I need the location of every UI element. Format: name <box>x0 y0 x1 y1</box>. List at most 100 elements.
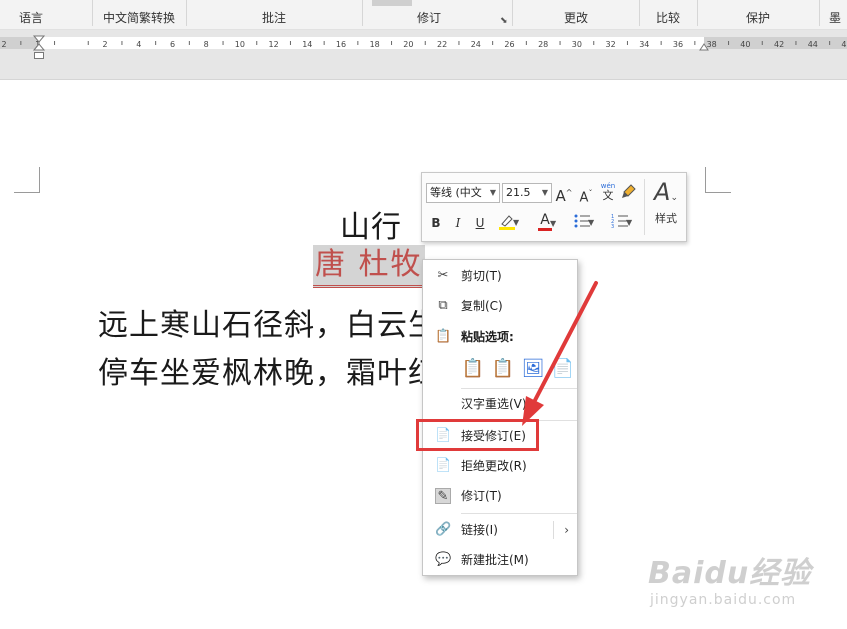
ruler-label: 26 <box>504 40 514 49</box>
track-changes-icon: ✎ <box>435 488 451 504</box>
underline-button[interactable]: U <box>472 213 488 233</box>
ribbon-divider <box>92 0 93 26</box>
ribbon-group-comments[interactable]: 批注 <box>188 0 360 30</box>
ruler-label: 38 <box>707 40 717 49</box>
ribbon-group-compare[interactable]: 比较 <box>641 0 695 30</box>
shrink-font-button[interactable]: Aˇ <box>577 184 595 208</box>
ribbon-divider <box>186 0 187 26</box>
ruler-label: 44 <box>808 40 818 49</box>
menu-item-label: 链接(I) <box>461 523 498 537</box>
wen-icon: 文 <box>602 189 614 202</box>
numbering-button[interactable]: 123 ▼ <box>604 213 636 236</box>
ribbon-group-protect[interactable]: 保护 <box>699 0 817 30</box>
ribbon-group-language[interactable]: 语言 <box>0 0 62 30</box>
menu-item-label: 修订(T) <box>461 489 502 503</box>
ruler-label: 34 <box>639 40 649 49</box>
ruler-label: 2 <box>1 40 6 49</box>
reject-change-icon: 📄 <box>435 458 452 473</box>
ribbon-group-chinese-conversion[interactable]: 中文简繁转换 <box>94 0 184 30</box>
menu-item-hanzi-reselect[interactable]: 汉字重选(V) <box>423 391 577 417</box>
ribbon-group-bar: 语言 中文简繁转换 批注 修订 ⬊ 更改 比较 保护 墨 <box>0 0 847 30</box>
highlight-color-button[interactable]: ▼ <box>492 213 522 238</box>
menu-item-cut[interactable]: ✂ 剪切(T) <box>423 263 577 289</box>
format-painter-icon <box>622 184 636 198</box>
ruler-label: 16 <box>336 40 346 49</box>
ruler-label: 4 <box>136 40 141 49</box>
dialog-launcher-icon[interactable]: ⬊ <box>500 16 508 26</box>
menu-item-label: 粘贴选项: <box>461 330 514 344</box>
menu-item-paste-options: 📋 粘贴选项: <box>423 324 577 350</box>
ribbon-divider <box>639 0 640 26</box>
link-icon: 🔗 <box>435 522 452 537</box>
ruler-label: 24 <box>471 40 481 49</box>
font-name-select[interactable]: 等线 (中文 ▼ <box>426 183 500 203</box>
chevron-down-icon: ▼ <box>489 188 496 197</box>
phonetic-guide-button[interactable]: wén 文 <box>598 181 618 201</box>
grow-font-button[interactable]: A^ <box>555 183 573 206</box>
hanging-indent-marker[interactable] <box>34 52 44 59</box>
paste-text-only-icon[interactable]: 📄 <box>551 356 575 382</box>
chevron-down-icon: ▼ <box>550 219 557 228</box>
ruler-label: 46 <box>841 40 847 49</box>
clipboard-icon: 📋 <box>435 329 452 344</box>
ruler-label: 12 <box>269 40 279 49</box>
horizontal-ruler[interactable]: 2 1 2 4 6 8 10 12 14 16 18 20 22 24 26 28 30 32 34 36 38 40 42… <box>0 34 847 52</box>
menu-separator <box>461 388 577 389</box>
menu-item-reject-change[interactable]: 📄 拒绝更改(R) <box>423 453 577 479</box>
styles-label: 样式 <box>655 212 677 225</box>
ribbon-group-tracking[interactable]: 修订 <box>364 0 494 30</box>
font-size-value: 21.5 <box>506 186 531 199</box>
chevron-down-icon: ▼ <box>626 218 633 227</box>
format-painter-button[interactable] <box>620 183 638 206</box>
font-name-value: 等线 (中文 <box>430 186 482 199</box>
menu-separator <box>461 513 577 514</box>
italic-button[interactable]: I <box>450 213 466 233</box>
styles-icon: A⌄ <box>654 178 678 206</box>
poem-title[interactable]: 山行 <box>340 202 402 246</box>
chevron-right-icon: › <box>564 523 569 537</box>
menu-item-track-changes[interactable]: ✎ 修订(T) <box>423 483 577 509</box>
menu-item-new-comment[interactable]: 💬 新建批注(M) <box>423 547 577 573</box>
menu-item-copy[interactable]: ⧉ 复制(C) <box>423 293 577 319</box>
submenu-divider <box>553 521 554 539</box>
grow-font-icon: A <box>555 187 566 205</box>
new-comment-icon: 💬 <box>435 552 452 567</box>
context-menu: ✂ 剪切(T) ⧉ 复制(C) 📋 粘贴选项: 📋 📋 🖼 📄 汉字重选(V) … <box>422 259 578 576</box>
ruler-label: 36 <box>673 40 683 49</box>
menu-item-label: 新建批注(M) <box>461 553 529 567</box>
font-size-select[interactable]: 21.5 ▼ <box>502 183 552 203</box>
ribbon-divider <box>697 0 698 26</box>
bullets-button[interactable]: ▼ <box>566 213 598 236</box>
styles-button[interactable]: A⌄ 样式 <box>648 179 684 237</box>
crop-mark-top-left <box>14 167 40 193</box>
paste-keep-source-formatting-icon[interactable]: 📋 <box>461 356 485 382</box>
ruler-label: 32 <box>606 40 616 49</box>
font-color-button[interactable]: A ▼ <box>530 211 560 231</box>
annotation-highlight-box <box>416 419 539 451</box>
ruler-label: 20 <box>403 40 413 49</box>
svg-text:3: 3 <box>611 224 614 229</box>
menu-item-label: 剪切(T) <box>461 269 502 283</box>
ruler-band: 2 1 2 4 6 8 10 12 14 16 18 20 22 24 26 28 30 32 34 36 38 40 42… <box>0 30 847 80</box>
ribbon-group-ink[interactable]: 墨 <box>821 0 847 30</box>
ruler-label: 28 <box>538 40 548 49</box>
ribbon-group-changes[interactable]: 更改 <box>514 0 638 30</box>
ruler-label: 30 <box>572 40 582 49</box>
ruler-label: 40 <box>740 40 750 49</box>
chevron-down-icon: ▼ <box>588 218 595 227</box>
ruler-label: 6 <box>170 40 175 49</box>
poem-author-selection[interactable]: 唐 杜牧 <box>313 245 425 288</box>
ribbon-divider <box>819 0 820 26</box>
watermark-url: jingyan.baidu.com <box>650 592 797 608</box>
paste-picture-icon[interactable]: 🖼 <box>521 356 545 382</box>
ruler-label: 42 <box>774 40 784 49</box>
copy-icon: ⧉ <box>438 298 448 313</box>
bold-button[interactable]: B <box>428 213 444 233</box>
ruler-label: 2 <box>103 40 108 49</box>
menu-item-label: 复制(C) <box>461 299 503 313</box>
paste-merge-formatting-icon[interactable]: 📋 <box>491 356 515 382</box>
mini-toolbar: 等线 (中文 ▼ 21.5 ▼ A^ Aˇ wén 文 A⌄ 样式 B I U … <box>421 172 687 242</box>
poem-author[interactable]: 唐 杜牧 <box>313 245 425 288</box>
ruler-label: 14 <box>302 40 312 49</box>
toolbar-divider <box>644 179 645 235</box>
